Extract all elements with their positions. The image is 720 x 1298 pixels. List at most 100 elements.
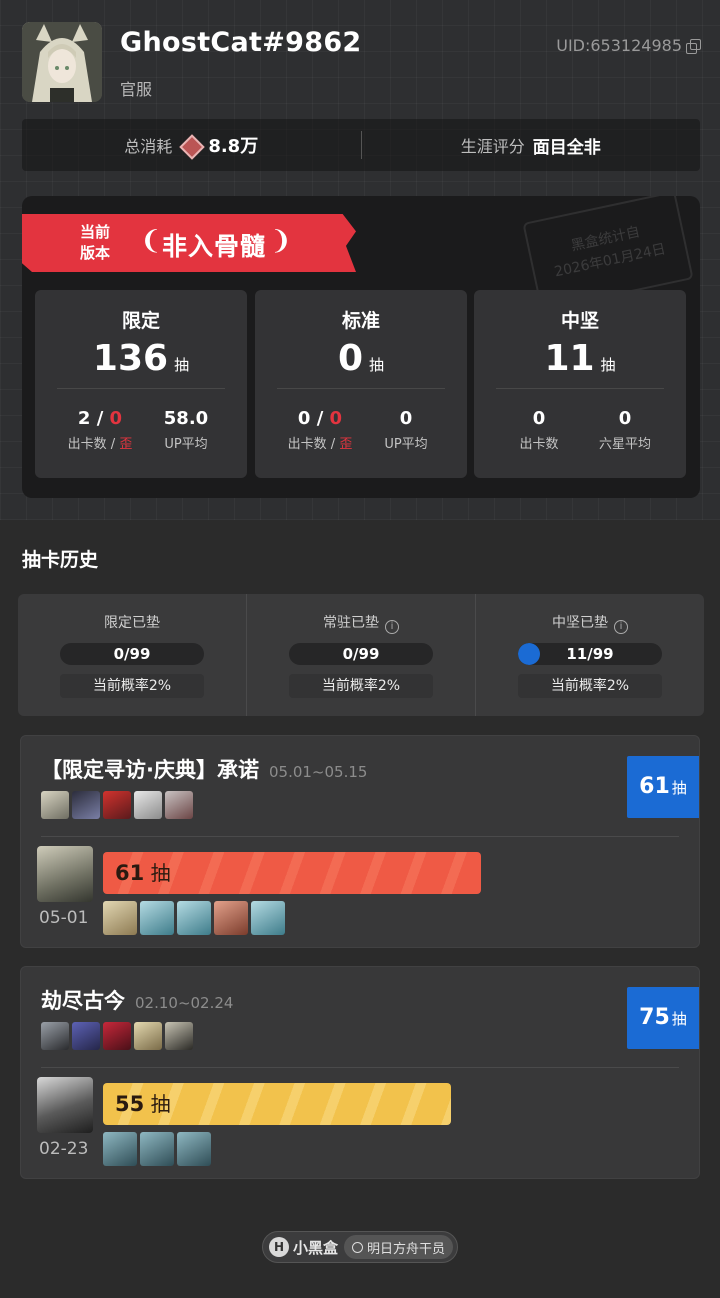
pool-name: 中坚 [560,310,599,332]
up-average-label: UP平均 [384,437,428,452]
pity-rate: 当前概率2% [60,674,204,698]
operator-avatar [214,901,248,935]
pool-standard[interactable]: 标准 0抽 0 / 0 出卡数 / 歪 0 UP平均 [255,290,467,478]
obtained-operators [103,901,285,935]
pool-core[interactable]: 中坚 11 抽 0 出卡数 0 六星平均 [474,290,686,478]
pool-stat-average: 58.0 UP平均 [141,408,231,452]
copy-icon[interactable] [686,38,701,54]
obtained-operators [103,1132,211,1166]
pity-label-text: 中坚已垫 [552,615,608,631]
off-banner-label: 歪 [119,437,133,452]
banner-card[interactable]: 【限定寻访·庆典】承诺 05.01~05.15 61 抽 61 抽 05-01 [20,735,700,948]
search-term: 明日方舟干员 [367,1241,446,1257]
career-rating: 生涯评分 面目全非 [362,133,701,158]
section-title: 抽卡历史 [22,549,99,571]
six-star-avatar[interactable] [37,846,93,902]
banner-total-badge: 75 抽 [627,987,699,1049]
operator-avatar [134,791,162,819]
ribbon-label: 当前 版本 [80,222,110,264]
obtained-label: 出卡数 / [67,437,120,452]
operator-avatar [165,791,193,819]
pity-rate: 当前概率2% [518,674,662,698]
brand-logo: H 小黑盒 [269,1237,338,1258]
six-star-average-value: 0 [618,408,632,429]
pull-date: 02-23 [39,1139,89,1159]
operator-avatar [177,901,211,935]
pity-panel: 限定已垫 0/99 当前概率2% 常驻已垫 i 0/99 当前概率2% 中坚已垫 i… [18,594,704,716]
pull-count-bar: 61 抽 [103,852,481,894]
pull-date: 05-01 [39,908,89,928]
obtained-count: 0 [297,408,311,429]
pity-label-text: 常驻已垫 [323,615,379,631]
row-separator [41,836,679,837]
pity-progress-bar: 0/99 [289,643,433,665]
banner-operators [41,791,193,819]
off-banner-count: 0 [109,408,123,429]
banner-name: 【限定寻访·庆典】承诺 [41,758,259,782]
off-banner-count: 0 [329,408,343,429]
pull-count-bar: 55 抽 [103,1083,451,1125]
pool-separator [277,388,445,389]
search-icon [352,1241,364,1253]
brand-name: 小黑盒 [293,1238,339,1257]
banner-operators [41,1022,193,1050]
banner-date: 02.10~02.24 [135,994,234,1012]
version-title: 非入骨髓 [162,232,267,261]
pool-count-number: 136 [92,338,169,379]
up-average-label: UP平均 [164,437,208,452]
pity-rate: 当前概率2% [289,674,433,698]
pool-stat-obtained: 0 出卡数 [494,408,584,452]
six-star-average-label: 六星平均 [598,437,651,452]
info-icon[interactable]: i [614,620,628,634]
pity-progress-bar: 0/99 [60,643,204,665]
pool-stat-average: 0 UP平均 [361,408,451,452]
pool-count-number: 11 [544,338,595,379]
pity-core: 中坚已垫 i 11/99 当前概率2% [475,594,704,716]
operator-avatar [140,901,174,935]
banner-title: 【限定寻访·庆典】承诺 05.01~05.15 [41,754,367,784]
stats-bar: 总消耗 8.8万 生涯评分 面目全非 [22,119,700,171]
pity-value: 0/99 [342,645,380,663]
info-icon[interactable]: i [385,620,399,634]
pity-label: 限定已垫 [104,615,160,631]
pull-count: 55 [115,1092,145,1116]
username: GhostCat#9862 [120,27,362,58]
rating-value: 面目全非 [532,137,601,158]
pool-count-unit: 抽 [369,356,385,374]
operator-avatar [103,901,137,935]
spend-value: 8.8万 [208,136,259,157]
spend-label: 总消耗 [124,137,173,156]
footer-search[interactable]: 明日方舟干员 [344,1235,454,1259]
obtained-label: 出卡数 / [287,437,340,452]
banner-card[interactable]: 劫尽古今 02.10~02.24 75 抽 55 抽 02-23 [20,966,700,1179]
footer-badge[interactable]: H 小黑盒 明日方舟干员 [262,1231,458,1263]
pity-progress-bar: 11/99 [518,643,662,665]
pity-label: 中坚已垫 i [476,612,704,634]
operator-avatar [103,791,131,819]
pool-count: 11 抽 [474,338,686,379]
pool-limited[interactable]: 限定 136 抽 2 / 0 出卡数 / 歪 58.0 UP平均 [35,290,247,478]
operator-avatar [165,1022,193,1050]
pity-limited: 限定已垫 0/99 当前概率2% [18,594,246,716]
operator-avatar [41,1022,69,1050]
six-star-avatar[interactable] [37,1077,93,1133]
banner-date: 05.01~05.15 [268,763,368,781]
laurel-left-icon: ❨ [140,226,162,256]
pity-label: 常驻已垫 i [247,612,475,634]
version-card: 黑盒统计自 2026年01月24日 当前 版本 ❨ 非入骨髓 ❩ 限定 136 抽… [22,196,700,498]
banner-total-unit: 抽 [671,779,687,797]
ribbon-line-1: 当前 [80,223,111,241]
operator-avatar [72,791,100,819]
pity-value: 0/99 [113,645,151,663]
pool-stat-average: 0 六星平均 [580,408,670,452]
pool-count-unit: 抽 [174,356,190,374]
banner-total-count: 75 [639,1005,670,1030]
avatar[interactable] [22,22,102,102]
uid-copy[interactable]: UID:653124985 [556,36,701,55]
ribbon-line-2: 版本 [80,244,111,262]
operator-avatar [177,1132,211,1166]
banner-total-badge: 61 抽 [627,756,699,818]
operator-avatar [103,1022,131,1050]
pool-count-unit: 抽 [600,356,616,374]
operator-avatar [72,1022,100,1050]
